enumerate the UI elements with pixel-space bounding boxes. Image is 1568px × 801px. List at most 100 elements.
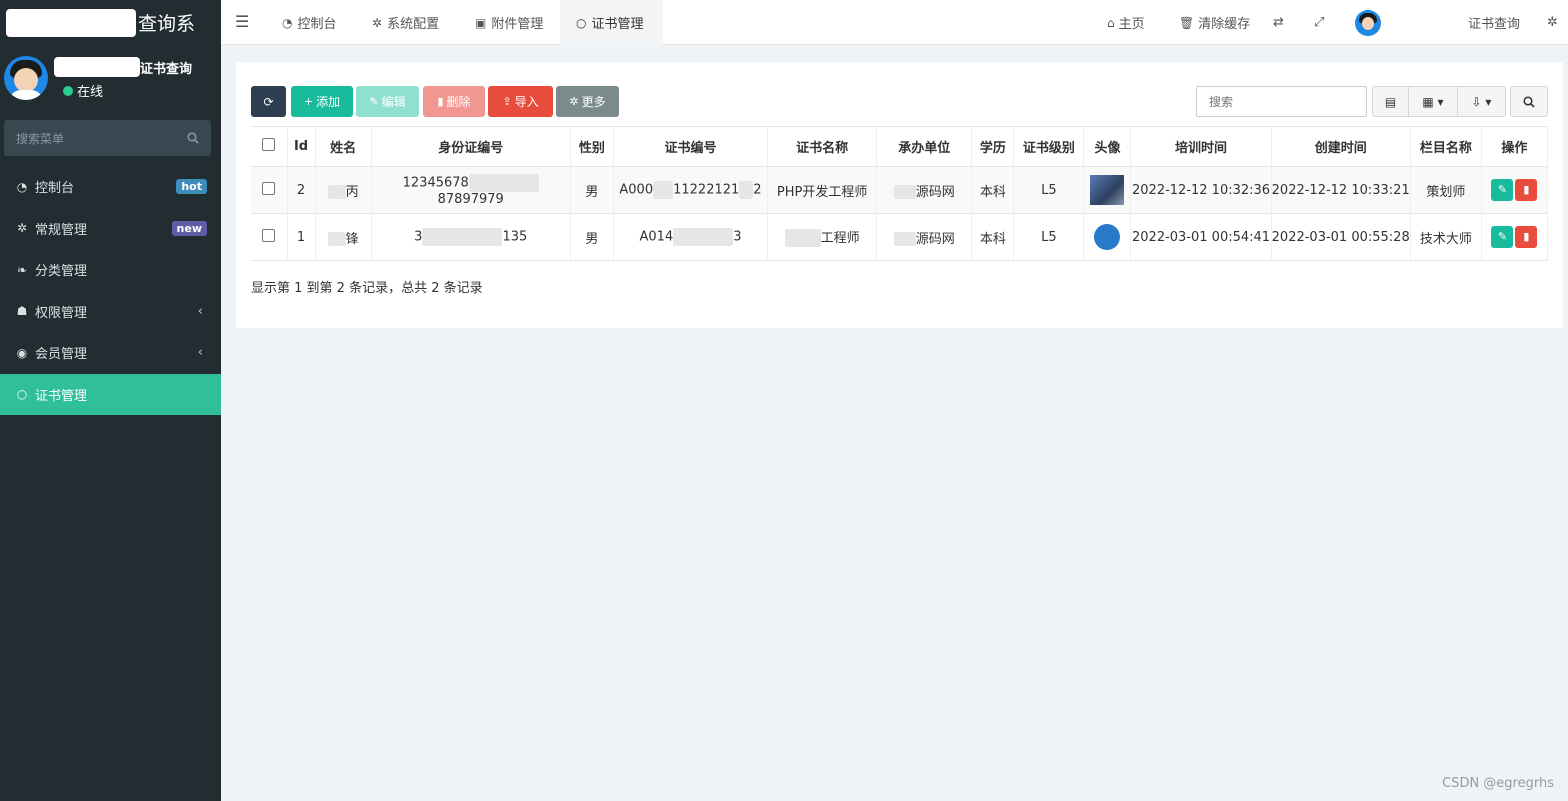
sidebar-item-dashboard[interactable]: ◔ 控制台 hot xyxy=(0,166,221,208)
columns-dropdown-icon[interactable]: ▦ ▾ xyxy=(1409,86,1458,117)
avatar[interactable] xyxy=(4,56,48,100)
table-row[interactable]: 1 锋 3 135 男 A014 3 工程师 源码网 本科 L5 2022-03-0… xyxy=(251,213,1549,261)
import-button[interactable]: ⇪ 导入 xyxy=(488,86,553,117)
row-edit-button[interactable]: ✎ xyxy=(1491,179,1514,201)
user-menu[interactable]: 证书查询 xyxy=(1468,0,1520,45)
refresh-button[interactable]: ⟳ xyxy=(251,86,286,117)
clear-cache-button[interactable]: 🗑 清除缓存 xyxy=(1179,0,1250,45)
trash-icon: ▮ xyxy=(437,95,444,108)
table-search-input[interactable] xyxy=(1196,86,1367,117)
col-id[interactable]: Id xyxy=(287,126,316,167)
tab-system-config[interactable]: ✲ 系统配置 xyxy=(356,0,455,45)
chevron-left-icon: ‹ xyxy=(197,303,203,319)
cell-idcard: 1234567887897979 xyxy=(371,166,571,214)
col-cert-no[interactable]: 证书编号 xyxy=(613,126,769,167)
table-header-row: Id 姓名 身份证编号 性别 证书编号 证书名称 承办单位 学历 证书级别 头像… xyxy=(251,126,1549,167)
cell-cert-name: 工程师 xyxy=(767,213,878,261)
sidebar-menu: ◔ 控制台 hot ✲ 常规管理 new ❧ 分类管理 ☗ 权限管理 ‹ ◉ 会… xyxy=(0,166,221,415)
sidebar-item-category[interactable]: ❧ 分类管理 xyxy=(0,249,221,291)
delete-button[interactable]: ▮ 删除 xyxy=(423,86,485,117)
logo-redaction xyxy=(6,8,136,37)
col-column[interactable]: 栏目名称 xyxy=(1410,126,1482,167)
image-icon: ▣ xyxy=(475,15,487,30)
col-cert-name[interactable]: 证书名称 xyxy=(767,126,878,167)
row-checkbox[interactable] xyxy=(251,213,288,261)
dashboard-icon: ◔ xyxy=(282,15,293,30)
pagination-info: 显示第 1 到第 2 条记录，总共 2 条记录 xyxy=(251,281,483,296)
more-button[interactable]: ✲ 更多 xyxy=(556,86,619,117)
new-badge: new xyxy=(171,220,207,236)
cell-cert-name: PHP开发工程师 xyxy=(767,166,878,214)
menu-search-input[interactable]: 搜索菜单 xyxy=(4,120,211,156)
col-level[interactable]: 证书级别 xyxy=(1013,126,1085,167)
select-all-checkbox[interactable] xyxy=(251,126,288,167)
sidebar-item-general[interactable]: ✲ 常规管理 new xyxy=(0,208,221,250)
cell-id: 1 xyxy=(287,213,316,261)
tab-attachments[interactable]: ▣ 附件管理 xyxy=(459,0,559,45)
chevron-left-icon: ‹ xyxy=(197,345,203,361)
language-icon[interactable]: ⇄ xyxy=(1273,0,1284,45)
col-avatar[interactable]: 头像 xyxy=(1083,126,1132,167)
cell-edu: 本科 xyxy=(971,166,1015,214)
header-avatar[interactable] xyxy=(1355,10,1381,36)
fullscreen-icon[interactable]: ⤢ xyxy=(1314,0,1324,45)
advanced-search xyxy=(1510,86,1548,117)
content-card: ⟳ +添加 ✎编辑 ▮删除 ⇪导入 ✲更多 ▤ ▦ ▾ ⇩ ▾ Id 姓名 身份… xyxy=(236,62,1563,328)
sidebar-item-certificate[interactable]: ○ 证书管理 xyxy=(0,373,221,415)
hot-badge: hot xyxy=(176,179,207,195)
row-delete-button[interactable]: ▮ xyxy=(1515,226,1538,248)
circle-icon: ○ xyxy=(576,15,587,30)
leaf-icon: ❧ xyxy=(16,262,28,277)
cell-train-time: 2022-03-01 00:54:41 xyxy=(1130,213,1272,261)
pencil-icon: ✎ xyxy=(369,95,379,108)
tab-dashboard[interactable]: ◔ 控制台 xyxy=(266,0,353,45)
watermark: CSDN @egregrhs xyxy=(1442,776,1554,791)
upload-icon: ⇪ xyxy=(502,95,512,108)
logo-text: 查询系 xyxy=(138,13,196,35)
cogs-icon: ✲ xyxy=(16,221,28,236)
row-edit-button[interactable]: ✎ xyxy=(1491,226,1514,248)
col-train-time[interactable]: 培训时间 xyxy=(1130,126,1272,167)
cell-avatar[interactable] xyxy=(1083,213,1132,261)
cell-level: L5 xyxy=(1013,213,1085,261)
sidebar-item-permission[interactable]: ☗ 权限管理 ‹ xyxy=(0,291,221,333)
tab-certificate[interactable]: ○ 证书管理 xyxy=(560,0,663,45)
user-panel: 证书查询 在线 xyxy=(0,45,221,110)
row-checkbox[interactable] xyxy=(251,166,288,214)
col-idcard[interactable]: 身份证编号 xyxy=(371,126,571,167)
cell-cert-no: A014 3 xyxy=(613,213,769,261)
col-gender[interactable]: 性别 xyxy=(570,126,614,167)
col-edu[interactable]: 学历 xyxy=(971,126,1015,167)
home-icon: ⌂ xyxy=(1107,15,1115,30)
cell-avatar[interactable] xyxy=(1083,166,1132,214)
user-name: 证书查询 xyxy=(140,61,193,77)
add-button[interactable]: + 添加 xyxy=(291,86,353,117)
search-icon[interactable] xyxy=(187,132,199,144)
export-dropdown-icon[interactable]: ⇩ ▾ xyxy=(1458,86,1506,117)
cell-cert-no: A000 11222121 2 xyxy=(613,166,769,214)
col-create-time[interactable]: 创建时间 xyxy=(1271,126,1411,167)
avatar-thumbnail[interactable] xyxy=(1094,224,1121,250)
edit-button[interactable]: ✎ 编辑 xyxy=(356,86,419,117)
settings-gear-icon[interactable]: ✲ xyxy=(1547,0,1558,45)
col-org[interactable]: 承办单位 xyxy=(876,126,973,167)
col-actions: 操作 xyxy=(1481,126,1549,167)
cell-create-time: 2022-03-01 00:55:28 xyxy=(1271,213,1411,261)
dashboard-icon: ◔ xyxy=(16,179,28,194)
logo[interactable]: 查询系 xyxy=(0,0,221,45)
cell-edu: 本科 xyxy=(971,213,1015,261)
avatar-thumbnail[interactable] xyxy=(1090,175,1125,205)
menu-toggle-icon[interactable]: ☰ xyxy=(235,12,251,31)
cell-name: 丙 xyxy=(315,166,372,214)
cell-gender: 男 xyxy=(570,213,614,261)
row-delete-button[interactable]: ▮ xyxy=(1515,179,1538,201)
trash-icon: 🗑 xyxy=(1179,15,1195,30)
col-name[interactable]: 姓名 xyxy=(315,126,372,167)
toggle-view-icon[interactable]: ▤ xyxy=(1372,86,1409,117)
home-link[interactable]: ⌂ 主页 xyxy=(1107,0,1145,45)
sidebar-item-member[interactable]: ◉ 会员管理 ‹ xyxy=(0,332,221,374)
advanced-search-icon[interactable] xyxy=(1510,86,1548,117)
cell-idcard: 3 135 xyxy=(371,213,571,261)
menu-search-placeholder: 搜索菜单 xyxy=(16,131,65,146)
table-row[interactable]: 2 丙 1234567887897979 男 A000 11222121 2 PHP… xyxy=(251,166,1549,214)
